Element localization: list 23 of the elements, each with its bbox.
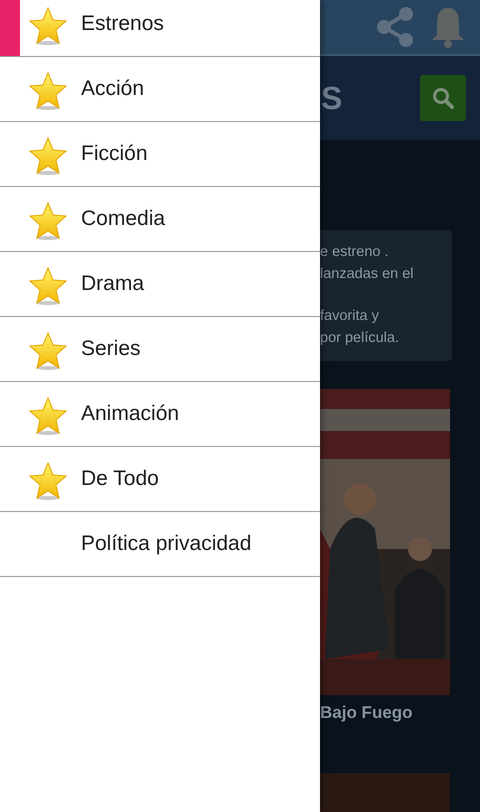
star-icon — [28, 201, 68, 241]
notice-text: e estreno . lanzadas en el — [320, 243, 415, 284]
drawer-item[interactable]: Ficción — [0, 122, 320, 187]
search-button[interactable] — [420, 75, 466, 122]
drawer-item[interactable]: Política privacidad — [0, 512, 320, 577]
drawer-item[interactable]: Comedia — [0, 187, 320, 252]
search-icon — [432, 87, 454, 110]
star-icon — [28, 136, 68, 176]
drawer-item[interactable]: De Todo — [0, 447, 320, 512]
drawer-item[interactable]: Animación — [0, 382, 320, 447]
drawer-item[interactable]: Series — [0, 317, 320, 382]
star-icon — [28, 6, 68, 46]
bell-icon[interactable] — [430, 5, 466, 50]
drawer-item[interactable]: Drama — [0, 252, 320, 317]
star-icon — [28, 266, 68, 306]
drawer-item[interactable]: Acción — [0, 57, 320, 122]
movie-title: Bajo Fuego — [320, 703, 414, 724]
star-icon — [28, 71, 68, 111]
notice-text: favorita y por película. — [320, 307, 400, 348]
star-icon — [28, 396, 68, 436]
star-icon — [28, 331, 68, 371]
header-title: S — [321, 80, 342, 117]
star-icon — [28, 461, 68, 501]
